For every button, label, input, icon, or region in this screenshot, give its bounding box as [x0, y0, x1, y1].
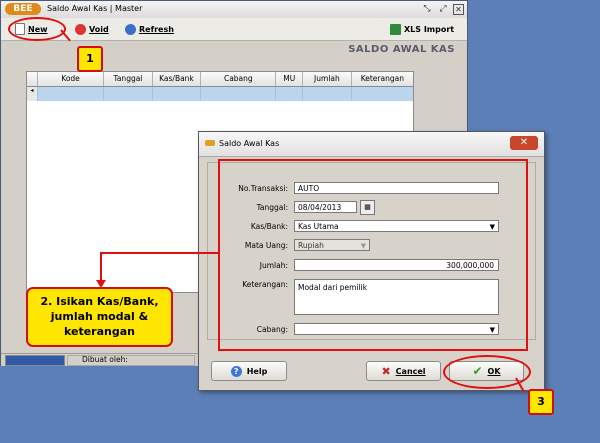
close-icon[interactable]: ✕ — [453, 4, 464, 15]
cancel-x-icon: ✖ — [381, 364, 391, 378]
void-label: Void — [89, 24, 109, 34]
column-header[interactable]: Cabang — [201, 72, 277, 86]
table-cell[interactable] — [303, 87, 352, 101]
table-cell[interactable] — [276, 87, 304, 101]
bee-logo: BEE — [5, 3, 41, 15]
maximize-icon[interactable]: ⤢ — [437, 3, 449, 15]
annotation-highlight-form — [218, 159, 528, 351]
dialog-close-button[interactable]: ✕ — [510, 136, 538, 150]
cancel-button[interactable]: ✖ Cancel — [366, 361, 441, 381]
main-titlebar: BEE Saldo Awal Kas | Master ⤡ ⤢ ✕ — [1, 1, 467, 19]
column-header[interactable]: Jumlah — [303, 72, 352, 86]
annotation-callout-2: 2. Isikan Kas/Bank, jumlah modal & keter… — [26, 287, 173, 347]
created-by-label: Dibuat oleh: — [82, 355, 128, 364]
close-icon: ✕ — [519, 137, 529, 148]
annotation-badge-1: 1 — [77, 46, 103, 72]
row-indicator-icon: ◂ — [27, 87, 38, 101]
annotation-badge-3: 3 — [528, 389, 554, 415]
void-icon — [75, 23, 86, 35]
section-title: SALDO AWAL KAS — [348, 44, 455, 55]
refresh-label: Refresh — [139, 24, 174, 34]
grid-corner — [27, 72, 38, 86]
refresh-icon — [125, 23, 136, 35]
table-cell[interactable] — [38, 87, 105, 101]
callout-line: 2. Isikan Kas/Bank, — [40, 295, 159, 308]
help-label: Help — [246, 366, 268, 376]
restore-icon[interactable]: ⤡ — [421, 3, 433, 15]
progress-bar — [5, 355, 65, 366]
column-header[interactable]: Kas/Bank — [153, 72, 202, 86]
annotation-arrow-2-horizontal — [100, 252, 218, 254]
void-button[interactable]: Void — [75, 21, 109, 37]
table-cell[interactable] — [104, 87, 153, 101]
xls-import-label: XLS Import — [404, 24, 455, 34]
help-icon: ? — [230, 365, 242, 377]
table-row[interactable]: ◂ — [27, 87, 413, 101]
table-cell[interactable] — [153, 87, 202, 101]
grid-header: Kode Tanggal Kas/Bank Cabang MU Jumlah K… — [27, 72, 413, 87]
column-header[interactable]: Keterangan — [352, 72, 413, 86]
table-cell[interactable] — [201, 87, 277, 101]
column-header[interactable]: MU — [276, 72, 304, 86]
column-header[interactable]: Tanggal — [104, 72, 153, 86]
callout-line: jumlah modal & — [50, 310, 149, 323]
callout-line: keterangan — [63, 325, 135, 338]
cancel-label: Cancel — [395, 366, 426, 376]
table-cell[interactable] — [352, 87, 413, 101]
dialog-title: Saldo Awal Kas — [219, 139, 280, 148]
dialog-titlebar: Saldo Awal Kas ✕ — [199, 132, 544, 157]
annotation-highlight-new — [8, 17, 66, 41]
help-button[interactable]: ? Help — [211, 361, 287, 381]
column-header[interactable]: Kode — [38, 72, 105, 86]
app-icon — [205, 140, 215, 146]
xls-import-button[interactable]: XLS Import — [390, 21, 454, 37]
window-title: Saldo Awal Kas | Master — [47, 4, 143, 13]
toolbar: New Void Refresh XLS Import — [1, 18, 467, 41]
excel-icon — [390, 23, 401, 35]
created-by-cell: Dibuat oleh: — [67, 355, 195, 366]
refresh-button[interactable]: Refresh — [125, 21, 174, 37]
